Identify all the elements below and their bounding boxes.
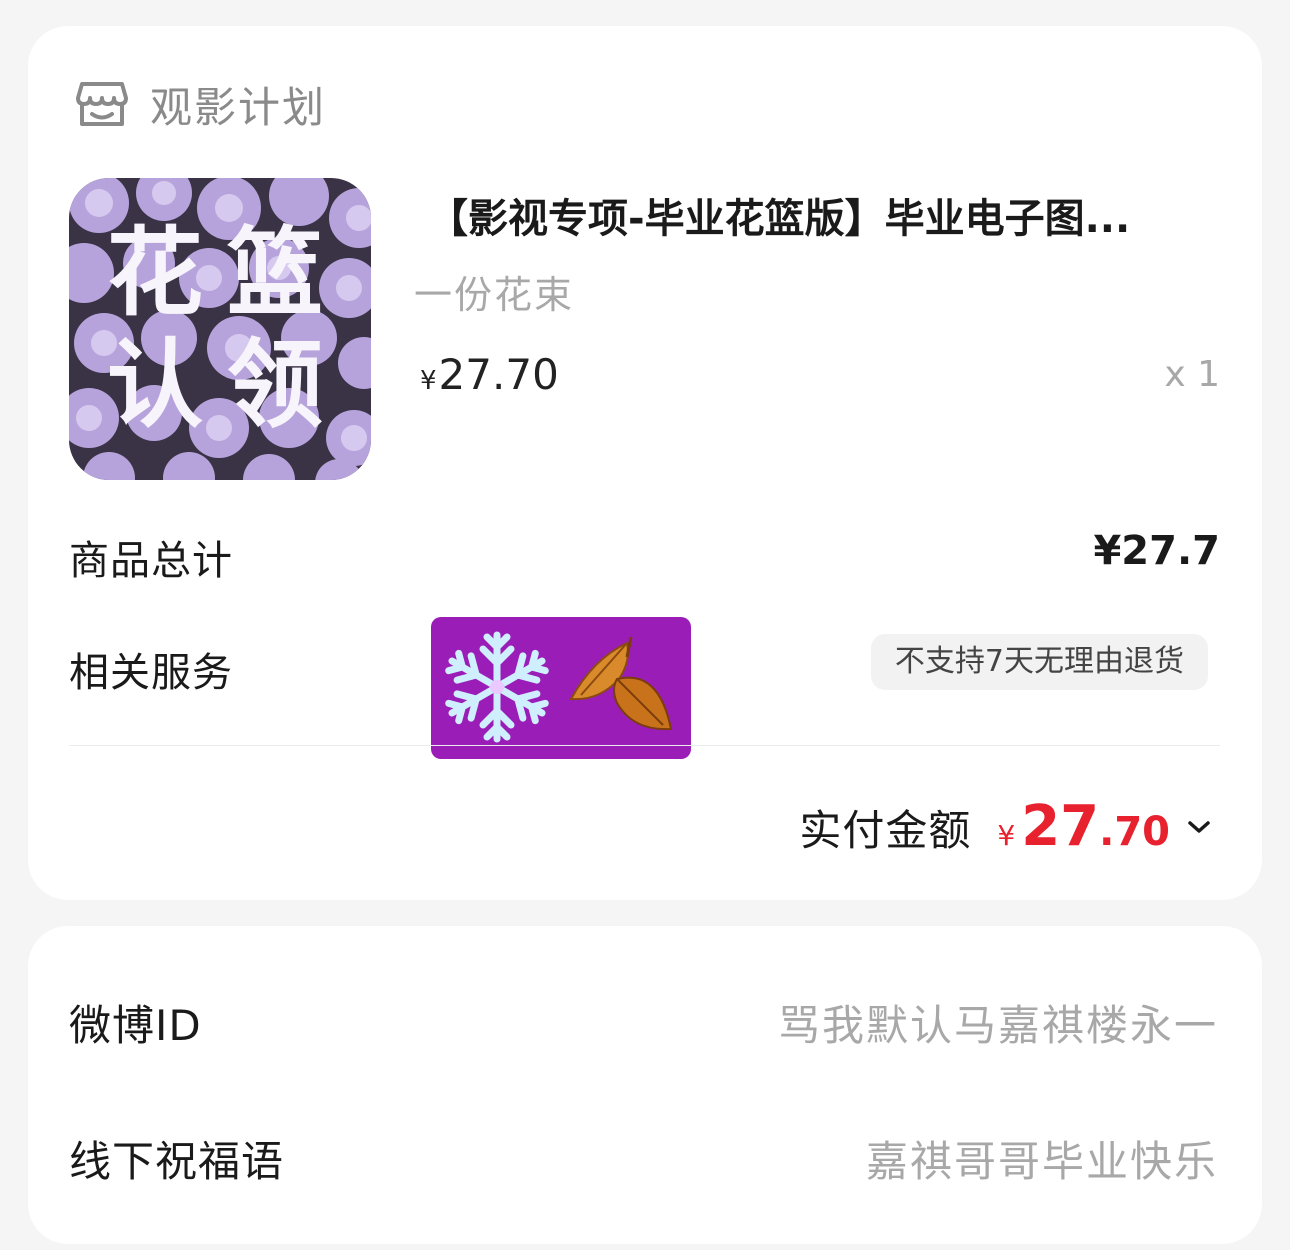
chevron-down-icon[interactable] — [1186, 819, 1212, 835]
shop-header[interactable]: 观影计划 — [72, 70, 326, 138]
sticker-overlay — [431, 617, 691, 759]
no-return-badge[interactable]: 不支持7天无理由退货 — [870, 634, 1208, 690]
total-label: 商品总计 — [69, 538, 233, 584]
product-title[interactable]: 【影视专项-毕业花篮版】毕业电子图... — [428, 186, 1228, 244]
thumbnail-char-4: 领 — [227, 329, 323, 441]
weibo-id-label: 微博ID — [69, 1001, 202, 1050]
product-price: ¥ 27.70 — [420, 350, 559, 399]
payment-currency: ¥ — [997, 819, 1016, 852]
service-label: 相关服务 — [69, 650, 233, 696]
divider — [69, 745, 1220, 746]
thumbnail-char-3: 认 — [107, 329, 203, 441]
snowflake-icon — [445, 631, 549, 739]
fallen-leaf-icon — [569, 636, 673, 731]
payment-label: 实付金额 — [799, 806, 972, 855]
product-thumbnail[interactable]: 花 篮 认 领 — [69, 178, 371, 480]
product-spec: 一份花束 — [414, 273, 575, 317]
info-card: 微博ID 骂我默认马嘉祺楼永一 线下祝福语 嘉祺哥哥毕业快乐 — [28, 926, 1262, 1244]
weibo-id-value[interactable]: 骂我默认马嘉祺楼永一 — [778, 992, 1218, 1053]
payment-row[interactable]: 实付金额 ¥ 27 .70 — [799, 794, 1212, 859]
total-value: ¥27.7 — [1093, 528, 1220, 574]
blessing-label: 线下祝福语 — [69, 1137, 285, 1186]
thumbnail-char-2: 篮 — [227, 217, 323, 329]
thumbnail-char-1: 花 — [107, 217, 203, 329]
order-card: 观影计划 花 篮 认 领 【影视专项-毕业花篮版】毕业电子图... 一份花束 ¥… — [28, 26, 1262, 900]
shop-name: 观影计划 — [150, 82, 327, 132]
product-price-currency: ¥ — [420, 366, 437, 396]
payment-amount-decimal: .70 — [1099, 809, 1170, 855]
product-price-amount: 27.70 — [438, 350, 559, 399]
payment-amount-integer: 27 — [1021, 794, 1100, 859]
store-icon — [76, 82, 128, 126]
blessing-value[interactable]: 嘉祺哥哥毕业快乐 — [866, 1128, 1218, 1189]
product-quantity: x 1 — [1164, 354, 1220, 395]
